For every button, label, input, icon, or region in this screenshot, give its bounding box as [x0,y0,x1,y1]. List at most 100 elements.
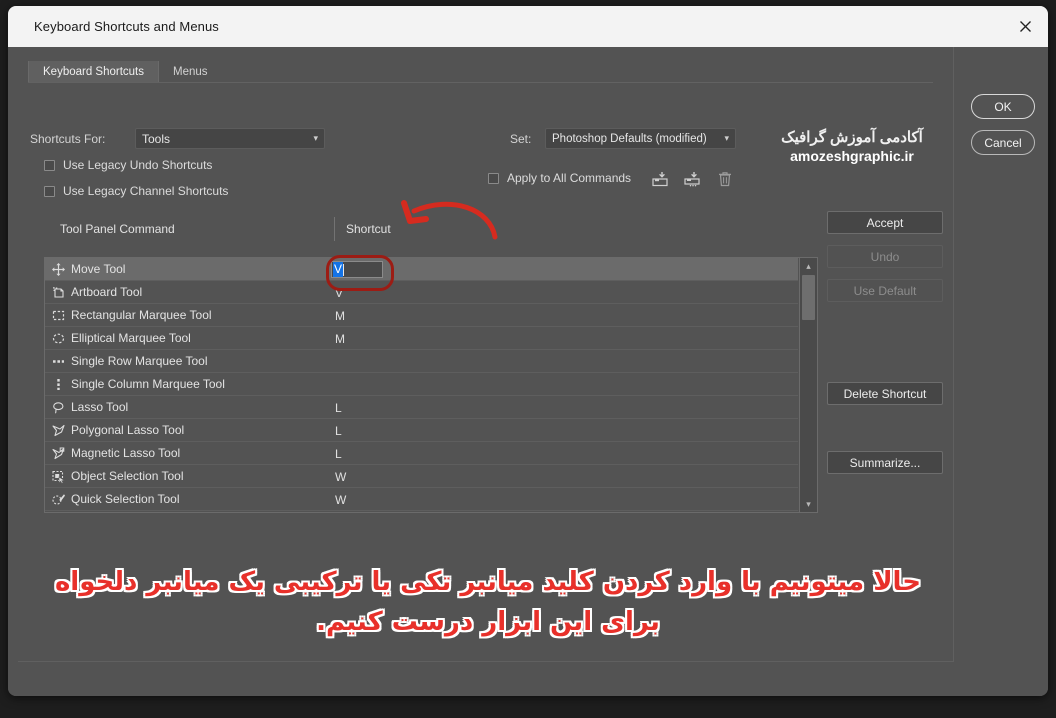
magnetic-lasso-glyph [51,447,64,459]
checkbox-use-legacy-undo-shortcuts[interactable]: Use Legacy Undo Shortcuts [44,158,212,172]
scrollbar-thumb[interactable] [802,275,815,320]
use-default-button-label: Use Default [853,283,917,298]
save-set-as-glyph [684,172,700,187]
checkbox-label: Use Legacy Undo Shortcuts [63,158,213,172]
cancel-button-label: Cancel [984,135,1022,150]
shortcut-input[interactable]: V [331,261,383,278]
move-tool-icon [45,262,71,277]
tool-shortcut: V [335,285,344,300]
use-default-button[interactable]: Use Default [827,279,943,302]
checkbox-box [44,185,55,197]
tool-name: Single Row Marquee Tool [71,354,208,368]
checkbox-use-legacy-channel-shortcuts[interactable]: Use Legacy Channel Shortcuts [44,184,228,198]
close-icon[interactable] [1002,6,1048,47]
tool-name: Elliptical Marquee Tool [71,331,191,345]
single-row-glyph [52,359,64,363]
chevron-down-icon: ▾ [724,133,729,143]
polygonal-lasso-tool-icon [45,423,71,438]
tool-shortcut: M [335,331,345,346]
delete-shortcut-button[interactable]: Delete Shortcut [827,382,943,405]
artboard-glyph [52,286,64,298]
tool-shortcut: W [335,492,347,507]
ok-button-label: OK [994,99,1012,114]
tool-shortcut: L [335,423,342,438]
scroll-up-icon[interactable]: ▴ [800,258,817,274]
table-row[interactable]: Single Column Marquee Tool [45,373,798,396]
tool-name: Quick Selection Tool [71,492,180,506]
tab-bar: Keyboard Shortcuts Menus [28,61,222,83]
rect-marquee-glyph [52,310,64,320]
shortcuts-for-select[interactable]: Tools ▾ [135,128,325,149]
table-row[interactable]: Single Row Marquee Tool [45,350,798,373]
delete-set-icon[interactable] [715,169,735,189]
tool-name: Polygonal Lasso Tool [71,423,185,437]
tab-underline [28,82,933,83]
table-row[interactable]: Rectangular Marquee Tool M [45,304,798,327]
checkbox-label: Use Legacy Channel Shortcuts [63,184,229,198]
table-row[interactable]: Move Tool V [45,258,798,281]
accept-button-label: Accept [866,215,904,230]
object-selection-tool-icon [45,469,71,484]
list-scrollbar[interactable]: ▴ ▾ [799,258,817,512]
table-row[interactable]: Lasso Tool L [45,396,798,419]
table-row[interactable]: Magnetic Lasso Tool L [45,442,798,465]
polygonal-lasso-glyph [51,424,65,436]
save-set-glyph [652,172,668,187]
cancel-button[interactable]: Cancel [971,130,1035,155]
trash-glyph [719,172,731,187]
set-value: Photoshop Defaults (modified) [552,132,707,145]
lasso-glyph [52,401,63,414]
tool-name: Rectangular Marquee Tool [71,308,212,322]
shortcuts-for-value: Tools [142,131,171,146]
table-row[interactable]: Polygonal Lasso Tool L [45,419,798,442]
summarize-button[interactable]: Summarize... [827,451,943,474]
undo-button[interactable]: Undo [827,245,943,268]
move-glyph [51,262,65,276]
tool-name: Lasso Tool [71,400,129,414]
summarize-button-label: Summarize... [849,455,921,470]
object-selection-glyph [51,470,65,484]
checkbox-box [488,172,499,184]
delete-shortcut-button-label: Delete Shortcut [843,386,927,401]
save-set-as-icon[interactable] [682,169,702,189]
ok-button[interactable]: OK [971,94,1035,119]
shortcut-input-selected-text: V [333,262,344,277]
tool-name: Move Tool [71,262,126,276]
ellipse-marquee-glyph [52,333,64,343]
artboard-tool-icon [45,285,71,300]
set-select[interactable]: Photoshop Defaults (modified) ▾ [545,128,736,149]
table-row[interactable]: Artboard Tool V [45,281,798,304]
quick-selection-tool-icon [45,492,71,507]
table-row[interactable]: Elliptical Marquee Tool M [45,327,798,350]
tab-menus-label: Menus [173,66,208,78]
checkbox-apply-to-all-commands[interactable]: Apply to All Commands [488,171,631,185]
lasso-tool-icon [45,400,71,415]
checkbox-box [44,159,55,171]
scroll-down-icon[interactable]: ▾ [800,496,817,512]
chevron-down-icon: ▾ [313,133,318,143]
checkbox-label: Apply to All Commands [507,171,632,185]
tool-shortcut: W [335,469,347,484]
text-caret [343,263,345,276]
table-row[interactable]: Quick Selection Tool W [45,488,798,511]
elliptical-marquee-tool-icon [45,331,71,346]
tool-shortcut: M [335,308,345,323]
tab-menus[interactable]: Menus [158,61,222,83]
tool-name: Single Column Marquee Tool [71,377,225,391]
tab-keyboard-shortcuts-label: Keyboard Shortcuts [43,66,145,78]
shortcut-list-rows: Move Tool V Artboard Tool V Rectangular … [45,258,798,511]
accept-button[interactable]: Accept [827,211,943,234]
table-row[interactable]: Object Selection Tool W [45,465,798,488]
window-title: Keyboard Shortcuts and Menus [34,19,219,34]
dialog-body: Keyboard Shortcuts Menus Shortcuts For: … [8,47,1048,696]
tool-shortcut: L [335,446,342,461]
title-bar: Keyboard Shortcuts and Menus [8,6,1048,47]
tool-name: Magnetic Lasso Tool [71,446,181,460]
rectangular-marquee-tool-icon [45,308,71,323]
save-set-icon[interactable] [650,169,670,189]
single-row-marquee-tool-icon [45,354,71,369]
tab-keyboard-shortcuts[interactable]: Keyboard Shortcuts [28,61,159,83]
tool-name: Object Selection Tool [71,469,184,483]
close-glyph [1019,21,1031,32]
shortcuts-for-label: Shortcuts For: [30,132,106,146]
